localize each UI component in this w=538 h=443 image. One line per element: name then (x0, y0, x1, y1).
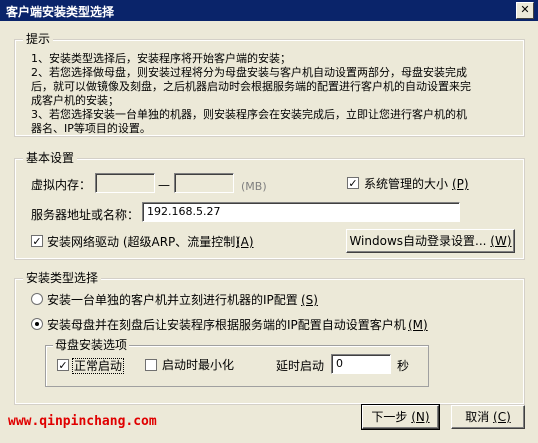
minimize-start-label: 启动时最小化 (162, 358, 235, 372)
close-button[interactable]: ✕ (516, 2, 534, 19)
tips-text: 1、安装类型选择后，安装程序将开始客户端的安装； 2、若您选择做母盘，则安装过程… (31, 52, 516, 136)
server-address-label: 服务器地址或名称： (31, 208, 140, 222)
system-managed-checkbox[interactable]: ✓ (347, 177, 359, 189)
vmem-unit: (MB) (241, 180, 267, 193)
system-managed-label: 系统管理的大小 (364, 177, 449, 191)
next-button-key: (N) (411, 410, 430, 424)
tip-line: 1、安装类型选择后，安装程序将开始客户端的安装； (31, 52, 291, 65)
delay-start-input[interactable]: 0 (331, 354, 391, 374)
network-driver-label: 安装网络驱动 (超级ARP、流量控制) (47, 235, 240, 249)
title-bar: 客户端安装类型选择 ✕ (0, 0, 538, 21)
close-icon: ✕ (520, 3, 530, 16)
next-button[interactable]: 下一步 (N) (361, 404, 440, 430)
normal-start-checkbox[interactable]: ✓ (57, 359, 69, 371)
tip-line: 成客户机的安装； (31, 94, 119, 107)
tip-line: 后，就可以做镜像及刻盘，之后机器启动时会根据服务端的配置进行客户机的自动设置来完 (31, 80, 471, 93)
virtual-memory-label: 虚拟内存： (31, 178, 92, 192)
master-disk-option-key: (M) (408, 318, 428, 332)
vmem-min-input[interactable] (95, 173, 155, 193)
watermark-text: www.qinpinchang.com (8, 414, 157, 429)
vmem-max-input[interactable] (174, 173, 234, 193)
master-options-title: 母盘安装选项 (53, 338, 130, 352)
vmem-dash: — (158, 178, 170, 192)
windows-autologin-label: Windows自动登录设置... (349, 234, 487, 248)
tip-line: 2、若您选择做母盘，则安装过程将分为母盘安装与客户机自动设置两部分，母盘安装完成 (31, 66, 467, 79)
tip-line: 器名、IP等项目的设置。 (31, 122, 151, 135)
delay-unit: 秒 (397, 359, 410, 373)
window-title: 客户端安装类型选择 (6, 5, 115, 19)
standalone-radio[interactable] (31, 293, 43, 305)
network-driver-checkbox[interactable]: ✓ (31, 235, 43, 247)
system-managed-key: (P) (452, 177, 469, 191)
tip-line: 3、若您选择安装一台单独的机器，则安装程序会在安装完成后，立即让您进行客户机的机 (31, 108, 467, 121)
cancel-button-label: 取消 (465, 410, 490, 424)
cancel-button-key: (C) (493, 410, 511, 424)
master-disk-radio[interactable] (31, 318, 43, 330)
minimize-start-checkbox[interactable] (145, 359, 157, 371)
standalone-option-label: 安装一台单独的客户机并立刻进行机器的IP配置 (47, 293, 298, 307)
cancel-button[interactable]: 取消 (C) (451, 405, 525, 429)
radio-selected-dot (35, 322, 39, 326)
windows-autologin-key: (W) (490, 234, 512, 248)
tips-group-title: 提示 (23, 32, 54, 46)
delay-start-label: 延时启动 (276, 359, 325, 373)
standalone-option-key: (S) (301, 293, 318, 307)
network-driver-key: (A) (236, 235, 254, 249)
install-type-title: 安装类型选择 (23, 271, 102, 285)
basic-settings-title: 基本设置 (23, 151, 78, 165)
server-address-input[interactable]: 192.168.5.27 (142, 202, 460, 222)
normal-start-label: 正常启动 (72, 358, 125, 374)
next-button-label: 下一步 (371, 410, 408, 424)
master-disk-option-label: 安装母盘并在刻盘后让安装程序根据服务端的IP配置自动设置客户机 (47, 318, 406, 332)
windows-autologin-button[interactable]: Windows自动登录设置... (W) (346, 229, 515, 253)
